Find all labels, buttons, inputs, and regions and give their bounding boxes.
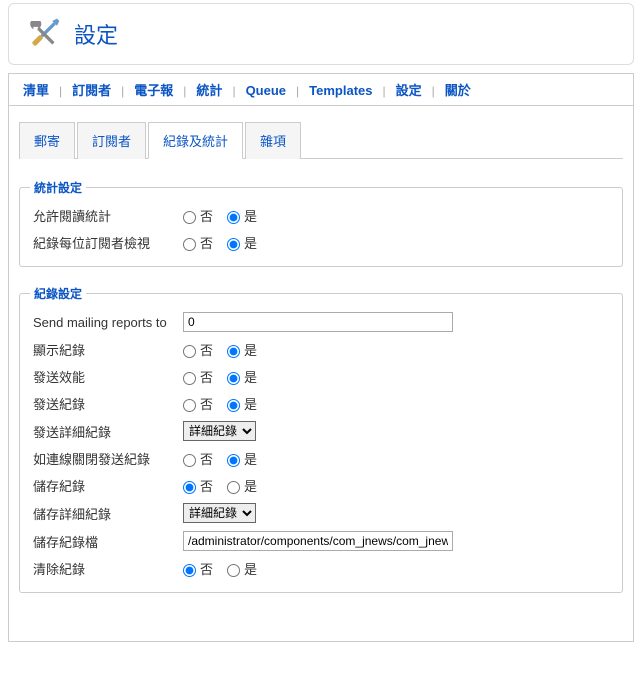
content-panel: 郵寄訂閱者紀錄及統計雜項 統計設定 允許閱讀統計否是紀錄每位訂閱者檢視否是 紀錄… [8, 106, 634, 642]
tab-1[interactable]: 訂閱者 [77, 122, 146, 159]
form-row: 儲存紀錄否是 [30, 472, 612, 499]
radio-label-no[interactable]: 否 [183, 479, 213, 494]
tabs-bar: 郵寄訂閱者紀錄及統計雜項 [19, 121, 623, 159]
radio-no[interactable] [183, 481, 196, 494]
radio-label-yes[interactable]: 是 [227, 479, 257, 494]
menu-item-3[interactable]: 統計 [192, 83, 226, 98]
save-detail-select[interactable]: 詳細紀錄 [183, 503, 256, 523]
field-label: 紀錄每位訂閱者檢視 [30, 229, 180, 256]
radio-label-no[interactable]: 否 [183, 343, 213, 358]
radio-no[interactable] [183, 372, 196, 385]
radio-label-no[interactable]: 否 [183, 562, 213, 577]
tab-0[interactable]: 郵寄 [19, 122, 75, 159]
page-header: 設定 [8, 3, 634, 65]
field-label: 如連線關閉發送紀錄 [30, 445, 180, 472]
radio-yes[interactable] [227, 211, 240, 224]
form-row: 儲存詳細紀錄詳細紀錄 [30, 499, 612, 527]
radio-label-no[interactable]: 否 [183, 452, 213, 467]
radio-no[interactable] [183, 564, 196, 577]
form-row: 顯示紀錄否是 [30, 336, 612, 363]
radio-label-yes[interactable]: 是 [227, 562, 257, 577]
field-label: 發送詳細紀錄 [30, 417, 180, 445]
radio-yes[interactable] [227, 399, 240, 412]
radio-no[interactable] [183, 345, 196, 358]
field-label: 清除紀錄 [30, 555, 180, 582]
form-row: 允許閱讀統計否是 [30, 202, 612, 229]
field-label: 允許閱讀統計 [30, 202, 180, 229]
radio-label-yes[interactable]: 是 [227, 452, 257, 467]
form-row: 如連線關閉發送紀錄否是 [30, 445, 612, 472]
radio-label-no[interactable]: 否 [183, 397, 213, 412]
form-row: 發送詳細紀錄詳細紀錄 [30, 417, 612, 445]
field-label: 儲存紀錄 [30, 472, 180, 499]
menu-item-6[interactable]: 設定 [392, 83, 426, 98]
radio-label-no[interactable]: 否 [183, 370, 213, 385]
menu-separator: | [53, 84, 68, 98]
tab-3[interactable]: 雜項 [245, 122, 301, 159]
menu-item-2[interactable]: 電子報 [130, 83, 177, 98]
radio-yes[interactable] [227, 564, 240, 577]
radio-no[interactable] [183, 454, 196, 467]
radio-yes[interactable] [227, 238, 240, 251]
send-reports-input[interactable] [183, 312, 453, 332]
log-settings-group: 紀錄設定 Send mailing reports to顯示紀錄否是發送效能否是… [19, 285, 623, 593]
radio-label-yes[interactable]: 是 [227, 236, 257, 251]
stats-settings-legend: 統計設定 [30, 179, 86, 196]
settings-tools-icon [24, 14, 64, 54]
menu-item-7[interactable]: 關於 [441, 83, 475, 98]
menu-separator: | [226, 84, 241, 98]
radio-label-no[interactable]: 否 [183, 209, 213, 224]
menu-separator: | [377, 84, 392, 98]
log-file-input[interactable] [183, 531, 453, 551]
radio-yes[interactable] [227, 481, 240, 494]
form-row: 發送效能否是 [30, 363, 612, 390]
radio-yes[interactable] [227, 345, 240, 358]
radio-yes[interactable] [227, 372, 240, 385]
menu-item-1[interactable]: 訂閱者 [68, 83, 115, 98]
menu-separator: | [426, 84, 441, 98]
menu-item-5[interactable]: Templates [305, 83, 376, 98]
menu-separator: | [177, 84, 192, 98]
menu-item-0[interactable]: 清單 [19, 83, 53, 98]
radio-label-no[interactable]: 否 [183, 236, 213, 251]
form-row: 發送紀錄否是 [30, 390, 612, 417]
form-row: Send mailing reports to [30, 308, 612, 336]
radio-yes[interactable] [227, 454, 240, 467]
form-row: 紀錄每位訂閱者檢視否是 [30, 229, 612, 256]
field-label: 儲存詳細紀錄 [30, 499, 180, 527]
form-row: 清除紀錄否是 [30, 555, 612, 582]
radio-no[interactable] [183, 399, 196, 412]
radio-label-yes[interactable]: 是 [227, 343, 257, 358]
menu-separator: | [115, 84, 130, 98]
page-title: 設定 [74, 18, 118, 50]
main-menu: 清單|訂閱者|電子報|統計|Queue|Templates|設定|關於 [8, 73, 634, 106]
radio-no[interactable] [183, 211, 196, 224]
field-label: 發送效能 [30, 363, 180, 390]
tab-2[interactable]: 紀錄及統計 [148, 122, 243, 159]
field-label: Send mailing reports to [30, 308, 180, 336]
log-settings-legend: 紀錄設定 [30, 285, 86, 302]
menu-separator: | [290, 84, 305, 98]
radio-no[interactable] [183, 238, 196, 251]
form-row: 儲存紀錄檔 [30, 527, 612, 555]
radio-label-yes[interactable]: 是 [227, 397, 257, 412]
field-label: 發送紀錄 [30, 390, 180, 417]
radio-label-yes[interactable]: 是 [227, 209, 257, 224]
field-label: 顯示紀錄 [30, 336, 180, 363]
stats-settings-group: 統計設定 允許閱讀統計否是紀錄每位訂閱者檢視否是 [19, 179, 623, 267]
radio-label-yes[interactable]: 是 [227, 370, 257, 385]
send-detail-select[interactable]: 詳細紀錄 [183, 421, 256, 441]
field-label: 儲存紀錄檔 [30, 527, 180, 555]
menu-item-4[interactable]: Queue [242, 83, 290, 98]
